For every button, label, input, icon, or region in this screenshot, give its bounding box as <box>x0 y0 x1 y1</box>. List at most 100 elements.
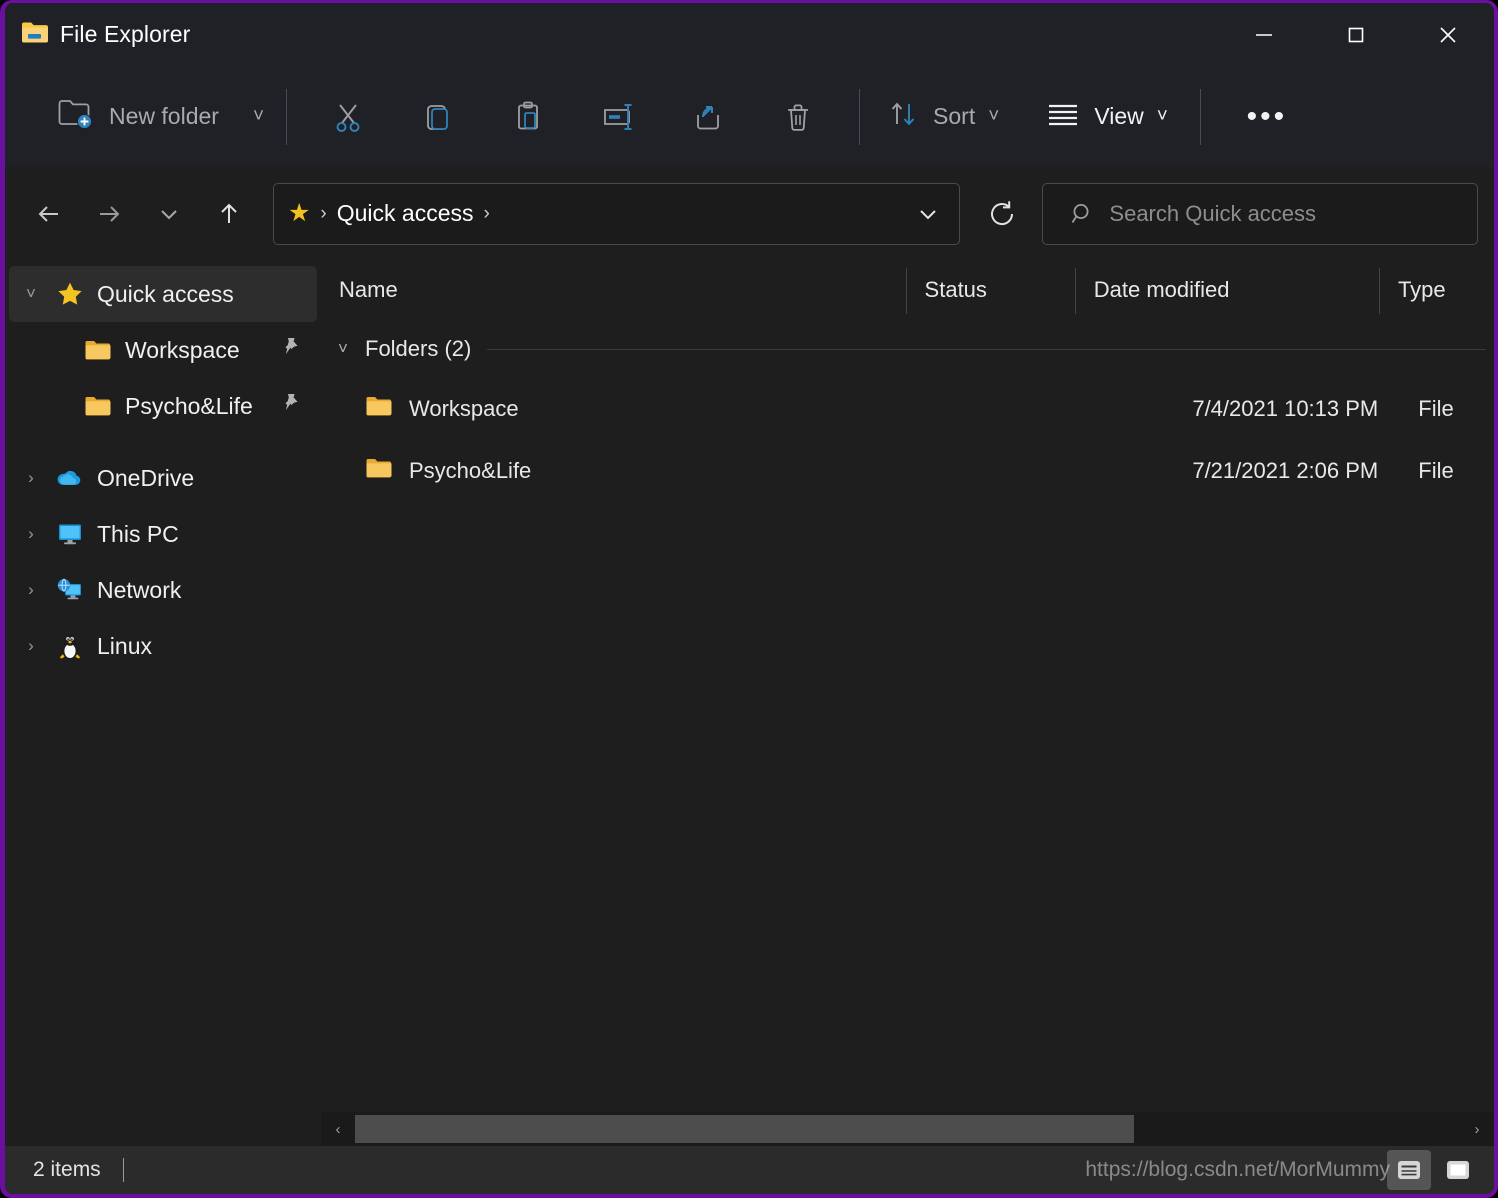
cloud-icon <box>53 466 87 490</box>
app-title: File Explorer <box>60 21 191 47</box>
chevron-right-icon[interactable]: › <box>9 580 53 600</box>
forward-button[interactable] <box>83 188 135 240</box>
rename-button[interactable] <box>586 87 650 147</box>
file-explorer-window: File Explorer New folder ˅ Sort ˅ View ˅… <box>0 0 1498 1198</box>
star-icon: ★ <box>288 199 311 227</box>
chevron-right-icon[interactable]: › <box>9 524 53 544</box>
row-name-label: Psycho&Life <box>409 458 532 483</box>
status-bar: 2 items https://blog.csdn.net/MorMummy <box>5 1146 1494 1194</box>
path-dropdown-button[interactable] <box>905 191 951 237</box>
up-button[interactable] <box>203 188 255 240</box>
details-view-button[interactable] <box>1387 1150 1431 1190</box>
more-options-button[interactable]: ••• <box>1230 87 1304 147</box>
new-folder-button[interactable]: New folder ˅ <box>49 87 270 147</box>
sidebar-item-label: Network <box>97 576 182 603</box>
column-header-date-modified[interactable]: Date modified <box>1076 260 1381 320</box>
sidebar-item-this-pc[interactable]: › This PC <box>9 506 317 562</box>
row-date-cell: 7/4/2021 10:13 PM <box>1192 396 1379 421</box>
recent-locations-button[interactable] <box>143 188 195 240</box>
column-header-type[interactable]: Type <box>1380 260 1494 320</box>
app-folder-icon <box>21 20 49 49</box>
sidebar-item-onedrive[interactable]: › OneDrive <box>9 450 317 506</box>
view-button[interactable]: View ˅ <box>1035 87 1178 147</box>
sort-icon <box>886 97 920 136</box>
scrollbar-thumb[interactable] <box>355 1115 1135 1143</box>
address-bar: ★ › Quick access › Search Quick access <box>5 167 1494 260</box>
sidebar-item-label: Psycho&Life <box>125 392 253 419</box>
column-header-label: Type <box>1397 277 1446 302</box>
row-name-cell: Psycho&Life <box>321 456 907 486</box>
sidebar-item-workspace[interactable]: Workspace <box>9 322 317 378</box>
sort-chevron-down-icon: ˅ <box>988 105 1000 127</box>
scroll-left-button[interactable]: ‹ <box>321 1112 355 1146</box>
view-label: View <box>1094 103 1144 129</box>
status-bar-left: 2 items <box>5 1158 124 1182</box>
navigation-pane: ˅ Quick access Workspace Psycho&Life › O… <box>5 260 321 1146</box>
maximize-button[interactable] <box>1310 3 1402 66</box>
breadcrumb-separator-2[interactable]: › <box>484 203 490 225</box>
horizontal-scrollbar[interactable]: ‹ › <box>321 1112 1494 1146</box>
command-bar: New folder ˅ Sort ˅ View ˅ ••• <box>5 66 1494 167</box>
sidebar-item-psycho-life[interactable]: Psycho&Life <box>9 378 317 434</box>
toolbar-divider-1 <box>286 88 288 145</box>
view-chevron-down-icon: ˅ <box>1156 105 1168 127</box>
network-icon <box>53 577 87 603</box>
sidebar-item-label: OneDrive <box>97 464 195 491</box>
status-divider <box>122 1158 124 1182</box>
view-toggle-group <box>1387 1150 1480 1190</box>
column-header-status[interactable]: Status <box>907 260 1076 320</box>
scroll-right-button[interactable]: › <box>1460 1112 1494 1146</box>
monitor-icon <box>53 521 87 547</box>
folder-icon <box>365 456 393 486</box>
search-box[interactable]: Search Quick access <box>1042 182 1478 245</box>
sort-button[interactable]: Sort ˅ <box>876 87 1009 147</box>
close-button[interactable] <box>1402 3 1494 66</box>
file-list-pane: Name Status Date modified Type ˅ Folders… <box>321 260 1494 1146</box>
explorer-body: ˅ Quick access Workspace Psycho&Life › O… <box>5 260 1494 1146</box>
sidebar-item-network[interactable]: › Network <box>9 562 317 618</box>
search-icon <box>1069 200 1097 228</box>
back-button[interactable] <box>23 188 75 240</box>
refresh-button[interactable] <box>976 186 1029 242</box>
chevron-right-icon[interactable]: › <box>9 636 53 656</box>
row-type-cell: File <box>1418 458 1454 483</box>
address-path-box[interactable]: ★ › Quick access › <box>273 182 960 245</box>
table-row[interactable]: Psycho&Life 7/21/2021 2:06 PM File <box>321 440 1494 502</box>
group-header-folders[interactable]: ˅ Folders (2) <box>321 320 1494 378</box>
minimize-button[interactable] <box>1218 3 1310 66</box>
folder-icon <box>365 394 393 424</box>
paste-button[interactable] <box>496 87 560 147</box>
pin-icon[interactable] <box>279 392 303 421</box>
sidebar-item-quick-access[interactable]: ˅ Quick access <box>9 266 317 322</box>
ellipsis-icon: ••• <box>1246 99 1288 133</box>
share-button[interactable] <box>676 87 740 147</box>
table-row[interactable]: Workspace 7/4/2021 10:13 PM File <box>321 378 1494 440</box>
scrollbar-track[interactable] <box>355 1114 1460 1144</box>
view-list-icon <box>1045 98 1081 135</box>
group-header-label: Folders (2) <box>365 336 472 361</box>
sidebar-item-linux[interactable]: › Linux <box>9 618 317 674</box>
delete-button[interactable] <box>766 87 830 147</box>
chevron-right-icon[interactable]: › <box>9 468 53 488</box>
column-header-name[interactable]: Name <box>321 260 907 320</box>
chevron-down-icon[interactable]: ˅ <box>321 339 365 359</box>
folder-icon <box>81 338 115 362</box>
cut-button[interactable] <box>316 87 380 147</box>
file-rows: Workspace 7/4/2021 10:13 PM File Psycho&… <box>321 378 1494 1146</box>
pin-icon[interactable] <box>279 336 303 365</box>
large-icons-view-button[interactable] <box>1436 1150 1480 1190</box>
copy-button[interactable] <box>406 87 470 147</box>
title-bar-left: File Explorer <box>5 20 190 49</box>
chevron-down-icon[interactable]: ˅ <box>9 284 53 304</box>
watermark-text: https://blog.csdn.net/MorMummy <box>1085 1158 1390 1181</box>
navigation-buttons <box>5 188 255 240</box>
sidebar-item-label: Quick access <box>97 280 234 307</box>
chevron-down-icon[interactable]: ˅ <box>253 106 264 128</box>
breadcrumb-separator-1: › <box>320 202 327 224</box>
breadcrumb-quick-access[interactable]: Quick access <box>337 200 474 227</box>
title-bar: File Explorer <box>5 3 1494 66</box>
sort-label: Sort <box>933 103 976 129</box>
star-icon <box>53 280 87 308</box>
column-headers: Name Status Date modified Type <box>321 260 1494 320</box>
penguin-icon <box>53 632 87 660</box>
